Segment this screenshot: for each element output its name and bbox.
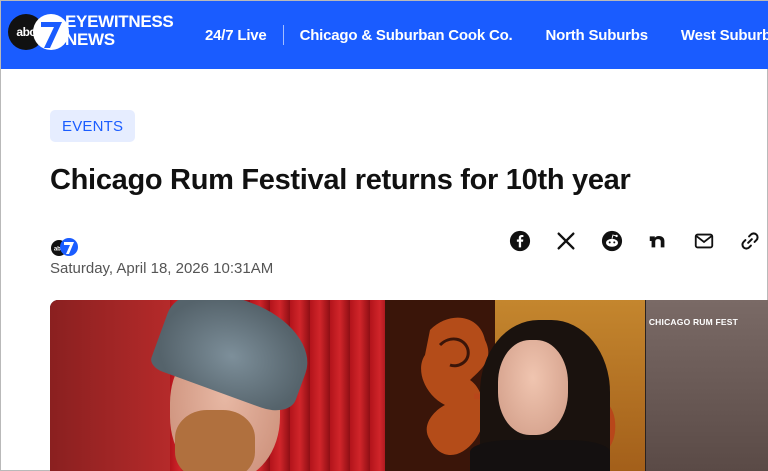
facebook-icon[interactable] <box>508 229 532 253</box>
article-headline: Chicago Rum Festival returns for 10th ye… <box>50 164 631 196</box>
x-icon[interactable] <box>554 229 578 253</box>
nav-item-live[interactable]: 24/7 Live <box>205 27 267 44</box>
nav-item-chicago[interactable]: Chicago & Suburban Cook Co. <box>300 27 513 44</box>
woman-face <box>498 340 568 435</box>
top-navigation: abc EYEWITNESS NEWS 24/7 Live Chicago & … <box>1 1 768 69</box>
publish-date: Saturday, April 18, 2026 10:31AM <box>50 260 274 277</box>
category-tag[interactable]: EVENTS <box>50 110 136 142</box>
nav-divider <box>282 25 284 45</box>
logo-wordmark: EYEWITNESS NEWS <box>65 12 174 49</box>
nextdoor-icon[interactable] <box>646 229 670 253</box>
abc7-byline-logo-icon: abc <box>51 238 78 256</box>
hero-video-thumbnail[interactable]: RO CHICAGO RUM FEST <box>50 300 768 471</box>
nav-links: 24/7 Live Chicago & Suburban Cook Co. No… <box>205 1 768 69</box>
nav-item-north-suburbs[interactable]: North Suburbs <box>546 27 649 44</box>
link-icon[interactable] <box>738 229 762 253</box>
share-bar <box>508 229 768 253</box>
hero-caption: CHICAGO RUM FEST <box>648 317 738 327</box>
abc7-eyewitness-news-logo[interactable]: abc EYEWITNESS NEWS <box>8 10 188 54</box>
nav-item-west-suburbs[interactable]: West Suburbs <box>681 27 768 44</box>
reddit-icon[interactable] <box>600 229 624 253</box>
logo-line-1: EYEWITNESS <box>65 12 174 31</box>
email-icon[interactable] <box>692 229 716 253</box>
logo-line-2: NEWS <box>65 30 115 49</box>
